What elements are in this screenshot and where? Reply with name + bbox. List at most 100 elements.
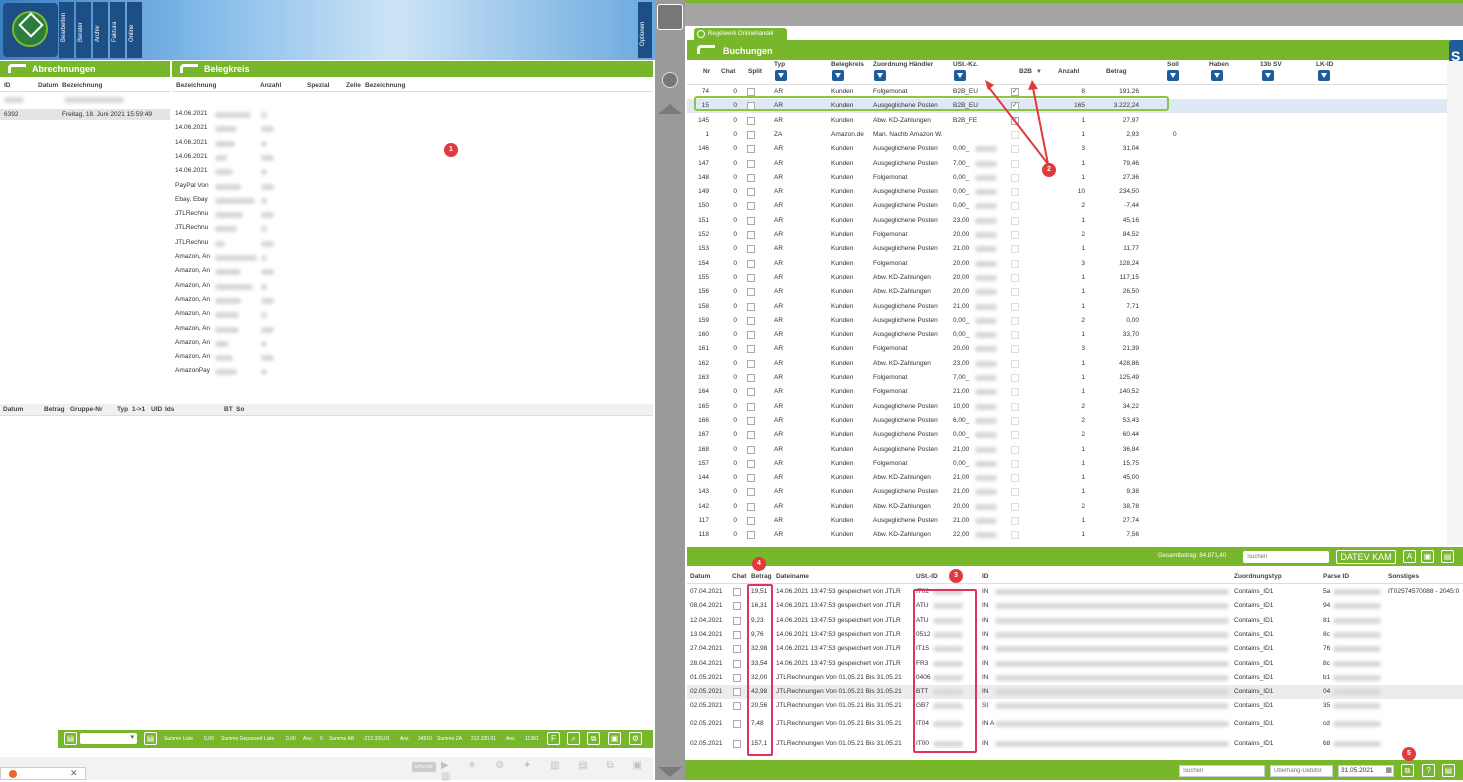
vtab-bearbeiten[interactable]: Bearbeiten — [59, 2, 74, 58]
col-anzahl[interactable]: Anzahl — [1058, 68, 1079, 75]
bcol-zuordnungstyp[interactable]: Zuordnungstyp — [1234, 573, 1282, 580]
col-ustkz[interactable]: USt.-Kz. — [953, 61, 978, 68]
chat-checkbox[interactable] — [733, 702, 741, 711]
chat-checkbox[interactable] — [733, 659, 741, 668]
filter-zuordnung-icon[interactable] — [874, 70, 886, 81]
col-nr[interactable]: Nr — [703, 68, 710, 75]
col-betrag[interactable]: Betrag — [1106, 68, 1127, 75]
b2b-checkbox[interactable] — [1011, 202, 1019, 211]
status-search-input[interactable] — [1179, 765, 1265, 777]
buchung-row[interactable]: 144 0 AR Kunden Abw. KD-Zahlungen 21,00 1 45,00 — [687, 471, 1447, 485]
col-haben[interactable]: Haben — [1209, 61, 1229, 68]
b2b-checkbox[interactable] — [1011, 345, 1019, 354]
chat-checkbox[interactable] — [733, 740, 741, 748]
beleg-row[interactable]: Amazon, An — [175, 253, 475, 263]
beleg-table-row[interactable]: 13.04.2021 9,76 14.06.2021 13:47:53 gespei… — [687, 628, 1463, 642]
bot-col-datum[interactable]: Datum — [3, 406, 23, 413]
col-typ[interactable]: Typ — [774, 61, 785, 68]
b2b-checkbox[interactable] — [1011, 416, 1019, 425]
buchung-row[interactable]: 153 0 AR Kunden Ausgeglichene Posten 21,00 1 11… — [687, 242, 1447, 256]
b2b-checkbox[interactable] — [1011, 288, 1019, 297]
split-checkbox[interactable] — [747, 359, 755, 368]
split-checkbox[interactable] — [747, 231, 755, 239]
beleg-table-row[interactable]: 02.05.2021 42,98 JTLRechnungen Von 01.05.2… — [687, 685, 1463, 700]
split-checkbox[interactable] — [747, 402, 755, 411]
buchung-row[interactable]: 156 0 AR Kunden Abw. KD-Zahlungen 20,00 1 26,50 — [687, 285, 1447, 299]
filter-soll-icon[interactable] — [1167, 70, 1179, 81]
beleg-table-row[interactable]: 12.04.2021 9,23 14.06.2021 13:47:53 gespei… — [687, 614, 1463, 628]
bot-col-gruppe[interactable]: Gruppe-Nr — [70, 406, 103, 413]
splitter-dropbox-icon[interactable] — [657, 4, 683, 30]
bcol-parseid[interactable]: Parse ID — [1323, 573, 1349, 580]
split-checkbox[interactable] — [747, 517, 755, 525]
chat-checkbox[interactable] — [733, 720, 741, 728]
beleg-row[interactable]: JTLRechnu — [175, 224, 475, 234]
split-checkbox[interactable] — [747, 159, 755, 168]
summary-search-input[interactable] — [1243, 551, 1329, 563]
datev-kam-button[interactable]: DATEV KAM — [1336, 550, 1396, 564]
bot-col-betrag[interactable]: Betrag — [44, 406, 65, 413]
bcol-betrag[interactable]: Betrag — [751, 573, 772, 580]
split-checkbox[interactable] — [747, 245, 755, 254]
a-button[interactable]: A — [1403, 550, 1416, 563]
chat-checkbox[interactable] — [733, 688, 741, 697]
vtab-online[interactable]: Online — [127, 2, 142, 58]
split-checkbox[interactable] — [747, 445, 755, 454]
beleg-row[interactable]: Amazon, An — [175, 282, 475, 292]
split-checkbox[interactable] — [747, 502, 755, 511]
abr-row-selected[interactable]: 6392 Freitag, 18. Juni 2021 15:59:49 — [0, 109, 170, 120]
split-checkbox[interactable] — [747, 416, 755, 425]
split-checkbox[interactable] — [747, 459, 755, 468]
filter-lkid-icon[interactable] — [1318, 70, 1330, 81]
filter-belegkreis-icon[interactable] — [832, 70, 844, 81]
beleg-col-spezial[interactable]: Spezial — [307, 82, 329, 89]
col-split[interactable]: Split — [748, 68, 762, 75]
options-tab[interactable]: Optionen — [638, 2, 652, 58]
split-checkbox[interactable] — [747, 474, 755, 483]
chat-checkbox[interactable] — [733, 602, 741, 611]
split-checkbox[interactable] — [747, 488, 755, 497]
copy-icon[interactable]: ⧉ — [587, 732, 600, 745]
col-belegkreis[interactable]: Belegkreis — [831, 61, 864, 68]
buchung-row[interactable]: 149 0 AR Kunden Ausgeglichene Posten 0,00_ 10 2… — [687, 185, 1447, 199]
bcol-datum[interactable]: Datum — [690, 573, 710, 580]
col-chat[interactable]: Chat — [721, 68, 735, 75]
b2b-checkbox[interactable] — [1011, 531, 1019, 540]
col-b2b[interactable]: B2B — [1019, 68, 1032, 75]
buchung-row[interactable]: 142 0 AR Kunden Abw. KD-Zahlungen 20,00 2 38,78 — [687, 500, 1447, 514]
split-checkbox[interactable] — [747, 259, 755, 268]
b2b-checkbox[interactable] — [1011, 316, 1019, 325]
filter-haben-icon[interactable] — [1211, 70, 1223, 81]
buchung-row[interactable]: 168 0 AR Kunden Ausgeglichene Posten 21,00 1 36… — [687, 443, 1447, 457]
split-checkbox[interactable] — [747, 431, 755, 440]
b2b-checkbox[interactable] — [1011, 231, 1019, 239]
ueberhang-debitor-input[interactable] — [1270, 765, 1333, 777]
b2b-checkbox[interactable] — [1011, 374, 1019, 382]
buchung-row[interactable]: 161 0 AR Kunden Folgemonat 20,00 3 21,39 — [687, 342, 1447, 356]
buchung-row[interactable]: 155 0 AR Kunden Abw. KD-Zahlungen 20,00 1 117,1… — [687, 271, 1447, 285]
buchung-row[interactable]: 164 0 AR Kunden Folgemonat 21,00 1 140,52 — [687, 385, 1447, 399]
col-zuordnung[interactable]: Zuordnung Händler — [873, 61, 933, 68]
beleg-row[interactable]: 14.06.2021 — [175, 139, 475, 149]
search-icon[interactable]: ⌕ — [567, 732, 580, 745]
buchung-row[interactable]: 162 0 AR Kunden Abw. KD-Zahlungen 23,00 1 428,8… — [687, 357, 1447, 371]
beleg-table-row[interactable]: 02.05.2021 20,56 JTLRechnungen Von 01.05.2… — [687, 699, 1463, 713]
b2b-checkbox[interactable] — [1011, 188, 1019, 197]
clipboard-icon[interactable]: ▣ — [608, 732, 621, 745]
buchung-row[interactable]: 160 0 AR Kunden Ausgeglichene Posten 0,00_ 1 33… — [687, 328, 1447, 342]
buchung-row[interactable]: 166 0 AR Kunden Ausgeglichene Posten 6,00_ 2 53… — [687, 414, 1447, 428]
bcol-chat[interactable]: Chat — [732, 573, 746, 580]
settings-icon[interactable]: ⚙ — [629, 732, 642, 745]
col-13bsv[interactable]: 13b SV — [1260, 61, 1282, 68]
buchung-row[interactable]: 159 0 AR Kunden Ausgeglichene Posten 0,00_ 2 0,… — [687, 314, 1447, 328]
beleg-row[interactable]: JTLRechnu — [175, 210, 475, 220]
filter-ustkz-icon[interactable] — [954, 70, 966, 81]
copy-doc-icon[interactable]: ⧉ — [1401, 764, 1414, 777]
beleg-row[interactable]: 14.06.2021 — [175, 124, 475, 134]
pane-splitter[interactable] — [655, 0, 685, 780]
split-checkbox[interactable] — [747, 88, 755, 96]
split-checkbox[interactable] — [747, 374, 755, 382]
page-select[interactable]: ▾ — [80, 733, 137, 744]
split-checkbox[interactable] — [747, 273, 755, 282]
beleg-row[interactable]: Ebay, Ebay — [175, 196, 475, 206]
